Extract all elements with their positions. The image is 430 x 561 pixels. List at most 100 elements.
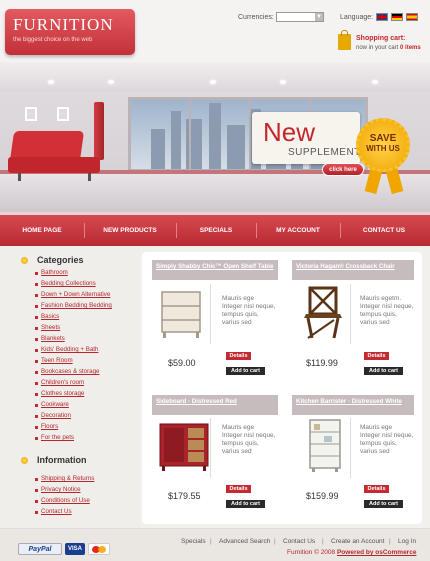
details-button[interactable]: Details (226, 352, 251, 360)
footer-link-contact-us[interactable]: Contact Us (283, 538, 315, 545)
information-heading: Information (37, 455, 87, 465)
bullet-icon (35, 382, 38, 385)
details-button[interactable]: Details (364, 485, 389, 493)
category-link[interactable]: Clothes storage (41, 390, 84, 397)
category-link[interactable]: Cookware (41, 401, 69, 408)
ceiling-light (48, 80, 54, 84)
nav-contact-us[interactable]: CONTACT US (340, 215, 428, 246)
bullet-icon (35, 338, 38, 341)
nav-specials[interactable]: SPECIALS (176, 215, 256, 246)
category-link[interactable]: Basics (41, 313, 59, 320)
info-link-contact[interactable]: Contact Us (41, 508, 72, 515)
ceiling (0, 62, 430, 92)
footer-separator: | (389, 538, 391, 545)
flag-es-icon[interactable] (406, 13, 418, 21)
add-to-cart-button[interactable]: Add to cart (364, 367, 403, 375)
copyright: Furnition © 2008 Powered by osCommerce (287, 549, 416, 556)
category-link[interactable]: For the pets (41, 434, 74, 441)
cart-status-prefix: now in your cart (356, 45, 399, 51)
flag-de-icon[interactable] (391, 13, 403, 21)
category-link[interactable]: Floors (41, 423, 58, 430)
category-link[interactable]: Kids' Bedding + Bath (41, 346, 98, 353)
save-seal-badge: SAVE WITH US (356, 118, 410, 172)
header: FURNITION the biggest choice on the web … (0, 0, 430, 62)
category-link[interactable]: Sheets (41, 324, 60, 331)
card-divider (350, 418, 351, 478)
shopping-bag-icon[interactable] (338, 30, 351, 50)
product-title-link[interactable]: Kitchen Barrister - Distressed White (292, 395, 414, 415)
red-sofa-image (8, 131, 103, 181)
logo[interactable]: FURNITION the biggest choice on the web (5, 9, 135, 55)
bullet-icon (35, 360, 38, 363)
seal-line-1: SAVE (369, 133, 397, 144)
bullet-icon (35, 500, 38, 503)
nav-new-products[interactable]: NEW PRODUCTS (84, 215, 176, 246)
information-dot-icon (21, 457, 28, 464)
chevron-down-icon: ▼ (315, 13, 323, 21)
cart-title[interactable]: Shopping cart: (356, 35, 405, 42)
bullet-icon (35, 426, 38, 429)
product-price: $179.55 (168, 491, 201, 501)
info-link-conditions[interactable]: Conditions of Use (41, 497, 90, 504)
nav-home-page[interactable]: HOME PAGE (0, 215, 84, 246)
bullet-icon (35, 316, 38, 319)
product-description: Mauris ege Integer nisl neque, tempus qu… (360, 424, 414, 455)
category-link[interactable]: Fashion Bedding Bedding (41, 302, 112, 309)
crossback-chair-image[interactable] (298, 286, 348, 340)
card-divider (210, 284, 211, 344)
mastercard-logo (88, 543, 110, 555)
sidebar: Categories Bathroom Bedding Collections … (0, 246, 140, 528)
logo-tagline: the biggest choice on the web (13, 37, 93, 43)
category-link[interactable]: Bookcases & storage (41, 368, 99, 375)
bullet-icon (35, 371, 38, 374)
window-mullion (189, 100, 191, 175)
details-button[interactable]: Details (226, 485, 251, 493)
category-link[interactable]: Decoration (41, 412, 71, 419)
product-title-link[interactable]: Simply Shabby Chic™ Open Shelf Table (152, 260, 278, 280)
add-to-cart-button[interactable]: Add to cart (226, 367, 265, 375)
product-description: Mauris ege Integer nisl neque, tempus qu… (222, 424, 276, 455)
card-divider (350, 284, 351, 344)
info-link-privacy[interactable]: Privacy Notice (41, 486, 81, 493)
category-link[interactable]: Bedding Collections (41, 280, 96, 287)
white-kitchen-barrister-image[interactable] (300, 418, 350, 472)
category-link[interactable]: Teen Room (41, 357, 73, 364)
distressed-red-sideboard-image[interactable] (156, 418, 212, 472)
add-to-cart-button[interactable]: Add to cart (226, 500, 265, 508)
add-to-cart-button[interactable]: Add to cart (364, 500, 403, 508)
building (151, 129, 165, 169)
category-link[interactable]: Children's room (41, 379, 84, 386)
category-link[interactable]: Down + Down Alternative (41, 291, 110, 298)
info-link-shipping[interactable]: Shipping & Returns (41, 475, 94, 482)
footer-link-specials[interactable]: Specials (181, 538, 206, 545)
details-button[interactable]: Details (364, 352, 389, 360)
ceiling-light (280, 80, 286, 84)
currencies-label: Currencies: (238, 14, 274, 21)
footer-link-create-account[interactable]: Create an Account (331, 538, 384, 545)
product-price: $59.00 (168, 358, 196, 368)
wall-picture (25, 107, 37, 121)
ceiling-light (108, 80, 114, 84)
product-title-link[interactable]: Victoria Hagan® Crossback Chair (292, 260, 414, 280)
footer-link-advanced-search[interactable]: Advanced Search (219, 538, 270, 545)
product-title-link[interactable]: Sideboard - Distressed Red (152, 395, 278, 415)
sofa-seat (8, 157, 100, 173)
footer-separator: | (322, 538, 324, 545)
powered-by-link[interactable]: Powered by osCommerce (337, 549, 416, 556)
bullet-icon (35, 294, 38, 297)
footer-link-log-in[interactable]: Log In (398, 538, 416, 545)
bullet-icon (35, 305, 38, 308)
category-link[interactable]: Blankets (41, 335, 65, 342)
open-shelf-table-image[interactable] (156, 286, 206, 340)
copyright-text: Furnition © 2008 (287, 549, 336, 556)
product-description: Mauris ege Integer nisl neque, tempus qu… (222, 295, 276, 326)
seal-line-2: WITH US (366, 144, 400, 153)
category-dot-icon (21, 257, 28, 264)
bullet-icon (35, 272, 38, 275)
wall-picture (57, 107, 69, 121)
currency-select[interactable]: ▼ (276, 12, 324, 22)
flag-en-icon[interactable] (376, 13, 388, 21)
category-link[interactable]: Bathroom (41, 269, 68, 276)
click-here-button[interactable]: click here (322, 163, 364, 176)
nav-my-account[interactable]: MY ACCOUNT (256, 215, 340, 246)
